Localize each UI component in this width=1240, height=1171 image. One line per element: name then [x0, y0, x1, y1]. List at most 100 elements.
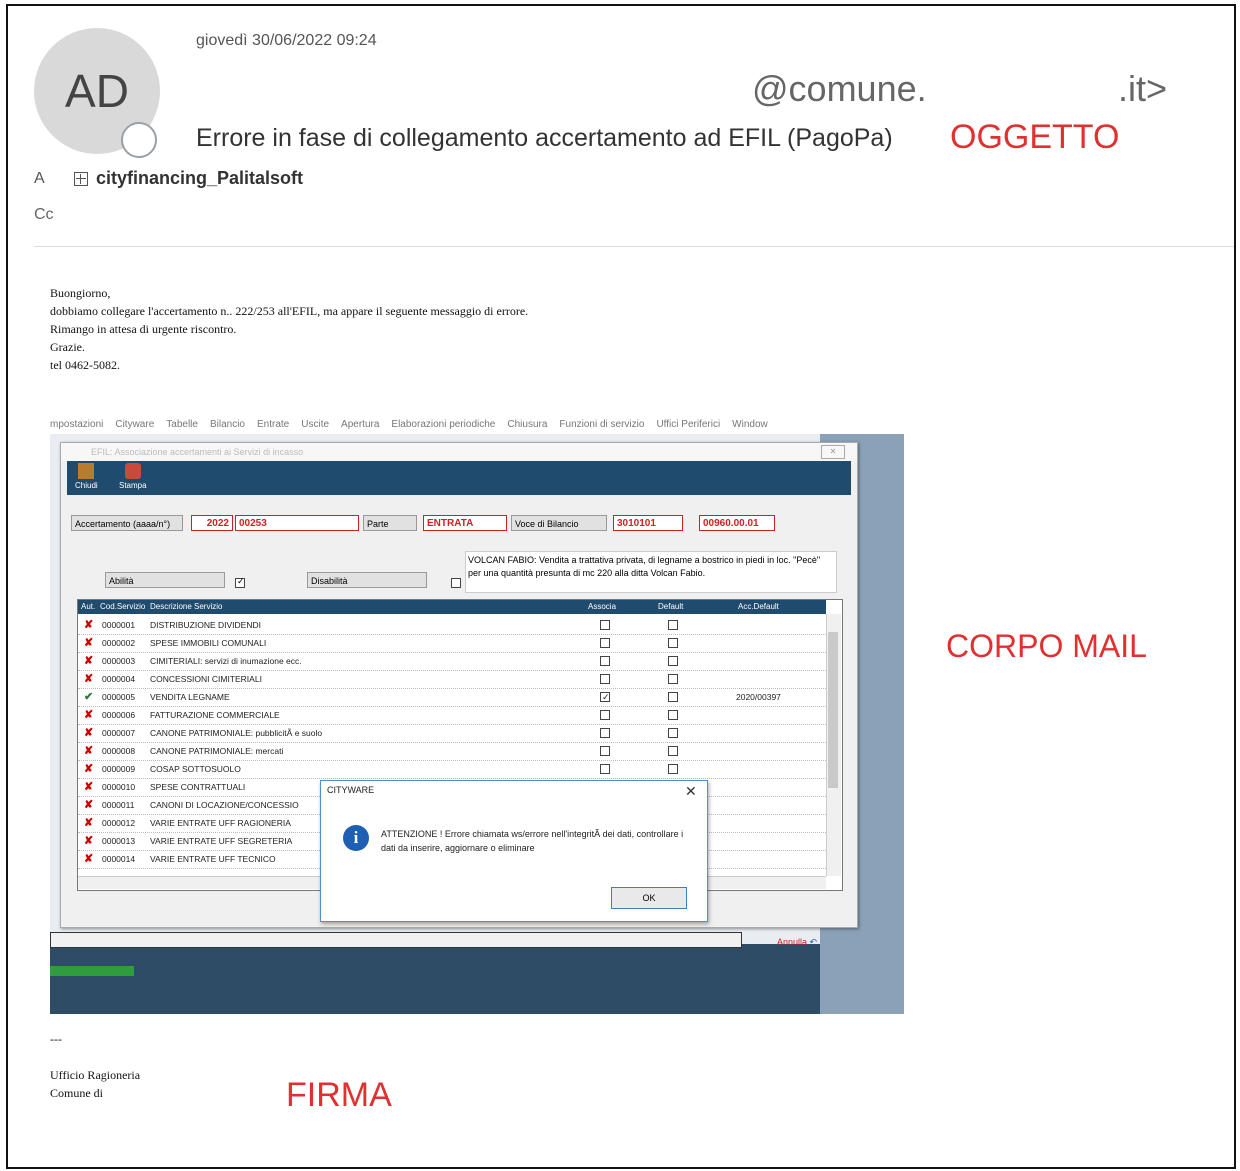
header-desc: Descrizione Servizio: [150, 602, 223, 611]
background-scrollbar: [50, 932, 742, 948]
parte-field[interactable]: ENTRATA: [423, 515, 507, 531]
dialog-ok-button[interactable]: OK: [611, 887, 687, 909]
acc-number-field[interactable]: 00253: [235, 515, 359, 531]
acc-year-field[interactable]: 2022: [191, 515, 233, 531]
expand-group-icon[interactable]: [74, 171, 88, 186]
print-tool-label: Stampa: [119, 481, 147, 490]
print-tool-button[interactable]: Stampa: [119, 463, 147, 490]
description-text: VOLCAN FABIO: Vendita a trattativa priva…: [468, 555, 821, 578]
table-row[interactable]: ✘ 0000002 SPESE IMMOBILI COMUNALI: [78, 634, 826, 653]
cell-cod: 0000004: [102, 674, 136, 684]
associa-checkbox[interactable]: [600, 638, 610, 648]
associa-checkbox[interactable]: [600, 746, 610, 756]
cell-cod: 0000010: [102, 782, 136, 792]
default-checkbox[interactable]: [668, 728, 678, 738]
body-line: dobbiamo collegare l'accertamento n.. 22…: [50, 304, 529, 318]
menu-item: Entrate: [257, 418, 290, 430]
cell-cod: 0000014: [102, 854, 136, 864]
table-row[interactable]: ✘ 0000001 DISTRIBUZIONE DIVIDENDI: [78, 616, 826, 635]
app-desktop-bottom: [50, 944, 820, 1014]
cell-desc: SPESE CONTRATTUALI: [150, 782, 246, 792]
annotation-oggetto: OGGETTO: [950, 118, 1120, 156]
default-checkbox[interactable]: [668, 746, 678, 756]
default-checkbox[interactable]: [668, 674, 678, 684]
cell-desc: SPESE IMMOBILI COMUNALI: [150, 638, 267, 648]
disabilita-checkbox[interactable]: [451, 578, 462, 588]
unauthorized-x-icon: ✘: [84, 637, 94, 649]
menu-item: Uscite: [301, 418, 330, 430]
annotation-corpo-mail: CORPO MAIL: [946, 628, 1147, 664]
associa-checkbox[interactable]: [600, 728, 610, 738]
unauthorized-x-icon: ✘: [84, 799, 94, 811]
associa-checkbox[interactable]: [600, 674, 610, 684]
email-date: giovedì 30/06/2022 09:24: [196, 32, 377, 49]
cell-desc: VARIE ENTRATE UFF RAGIONERIA: [150, 818, 291, 828]
cell-desc: FATTURAZIONE COMMERCIALE: [150, 710, 280, 720]
abilita-checkbox[interactable]: ✓: [235, 576, 245, 588]
door-icon: [78, 463, 95, 479]
unauthorized-x-icon: ✘: [84, 781, 94, 793]
default-checkbox[interactable]: [668, 710, 678, 720]
default-checkbox[interactable]: [668, 764, 678, 774]
body-line: tel 0462-5082.: [50, 358, 120, 372]
recipient-group[interactable]: cityfinancing_Palitalsoft: [74, 168, 303, 189]
annotation-firma: FIRMA: [286, 1076, 392, 1114]
unauthorized-x-icon: ✘: [84, 655, 94, 667]
cell-desc: CIMITERIALI: servizi di inumazione ecc.: [150, 656, 302, 666]
associa-checkbox[interactable]: [600, 710, 610, 720]
disabilita-label: Disabilità: [307, 572, 427, 588]
description-textarea[interactable]: VOLCAN FABIO: Vendita a trattativa priva…: [465, 551, 837, 593]
accertamento-label: Accertamento (aaaa/n°): [71, 515, 183, 531]
window-close-button[interactable]: ✕: [821, 445, 845, 459]
sender-address-part2: .it>: [1118, 68, 1168, 109]
voce-bilancio-label: Voce di Bilancio: [511, 515, 607, 531]
default-checkbox[interactable]: [668, 692, 678, 702]
close-tool-button[interactable]: Chiudi: [75, 463, 98, 490]
menu-item: Funzioni di servizio: [559, 418, 645, 430]
menu-item: Tabelle: [166, 418, 198, 430]
signature-dash: ---: [50, 1032, 62, 1046]
dialog-close-icon[interactable]: ✕: [685, 783, 697, 800]
cell-desc: CANONI DI LOCAZIONE/CONCESSIO: [150, 800, 299, 810]
table-row[interactable]: ✘ 0000007 CANONE PATRIMONIALE: pubblicitÃ …: [78, 724, 826, 743]
email-body: Buongiorno, dobbiamo collegare l'accerta…: [50, 284, 528, 374]
grid-scroll-thumb[interactable]: [828, 632, 838, 788]
unauthorized-x-icon: ✘: [84, 745, 94, 757]
unauthorized-x-icon: ✘: [84, 763, 94, 775]
cell-desc: CANONE PATRIMONIALE: mercati: [150, 746, 284, 756]
annulla-button[interactable]: Annulla ↶: [777, 937, 817, 948]
voce-bilancio-field[interactable]: 3010101: [613, 515, 683, 531]
table-row[interactable]: ✘ 0000006 FATTURAZIONE COMMERCIALE: [78, 706, 826, 725]
authorized-check-icon: ✔: [84, 691, 94, 703]
associa-checkbox[interactable]: ✓: [600, 692, 610, 702]
parte-label: Parte: [363, 515, 417, 531]
annulla-label: Annulla: [777, 937, 808, 947]
table-row[interactable]: ✔ 0000005 VENDITA LEGNAME ✓ 2020/00397: [78, 688, 826, 707]
grid-header: Aut. Cod.Servizio Descrizione Servizio A…: [78, 600, 826, 614]
default-checkbox[interactable]: [668, 638, 678, 648]
body-line: Rimango in attesa di urgente riscontro.: [50, 322, 237, 336]
cell-cod: 0000009: [102, 764, 136, 774]
unauthorized-x-icon: ✘: [84, 727, 94, 739]
default-checkbox[interactable]: [668, 656, 678, 666]
associa-checkbox[interactable]: [600, 764, 610, 774]
embedded-screenshot: mpostazioni Cityware Tabelle Bilancio En…: [50, 396, 904, 1014]
cell-cod: 0000012: [102, 818, 136, 828]
table-row[interactable]: ✘ 0000009 COSAP SOTTOSUOLO: [78, 760, 826, 779]
avatar-initials: AD: [65, 65, 129, 117]
cell-cod: 0000006: [102, 710, 136, 720]
cell-desc: COSAP SOTTOSUOLO: [150, 764, 241, 774]
table-row[interactable]: ✘ 0000003 CIMITERIALI: servizi di inumazio…: [78, 652, 826, 671]
body-line: Buongiorno,: [50, 286, 111, 300]
associa-checkbox[interactable]: [600, 656, 610, 666]
table-row[interactable]: ✘ 0000004 CONCESSIONI CIMITERIALI: [78, 670, 826, 689]
table-row[interactable]: ✘ 0000008 CANONE PATRIMONIALE: mercati: [78, 742, 826, 761]
close-tool-label: Chiudi: [75, 481, 98, 490]
cell-cod: 0000001: [102, 620, 136, 630]
cell-cod: 0000011: [102, 800, 135, 810]
cc-label: Cc: [34, 206, 54, 223]
associa-checkbox[interactable]: [600, 620, 610, 630]
info-icon: i: [343, 825, 369, 851]
voce-code-field[interactable]: 00960.00.01: [699, 515, 775, 531]
default-checkbox[interactable]: [668, 620, 678, 630]
